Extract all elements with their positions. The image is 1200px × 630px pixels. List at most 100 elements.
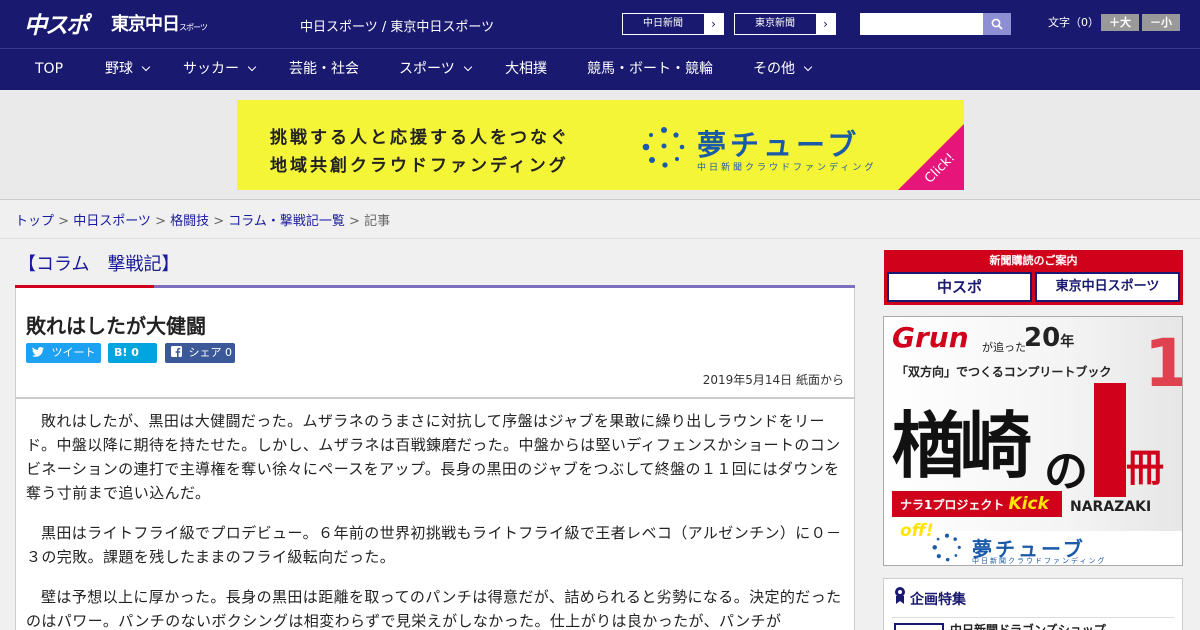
font-larger-button[interactable]: ＋大 — [1101, 14, 1139, 31]
divider — [0, 238, 1200, 239]
ad-name: 楢崎 — [892, 404, 1032, 488]
nav-label: TOP — [35, 61, 64, 77]
facebook-label: シェア 0 — [188, 346, 233, 359]
yume-tube-banner[interactable]: 挑戦する人と応援する人をつなぐ 地域共創クラウドファンディング 夢チューブ 中日… — [237, 100, 964, 190]
chunichi-shimbun-link[interactable]: 中日新聞 › — [622, 13, 724, 35]
subscribe-chuspo-button[interactable]: 中スポ — [887, 272, 1032, 302]
nav-item-baseball[interactable]: 野球 — [105, 49, 151, 90]
ext-link-label: 中日新聞 — [643, 18, 683, 29]
breadcrumb-sep: > — [54, 214, 74, 229]
breadcrumb-sep: > — [150, 214, 171, 229]
tokyo-shimbun-link[interactable]: 東京新聞 › — [734, 13, 836, 35]
nav-label: 競馬・ボート・競輪 — [587, 61, 713, 77]
ribbon-icon — [895, 587, 905, 604]
nav-item-racing[interactable]: 競馬・ボート・競輪 — [587, 49, 713, 90]
nav-label: スポーツ — [399, 61, 455, 77]
nav-label: 野球 — [105, 61, 133, 77]
ad-tagline: 「双方向」でつくるコンプリートブック — [896, 365, 1112, 379]
subscription-title: 新聞購読のご案内 — [989, 254, 1078, 267]
article-header: 敗れはしたが大健闘 ツイート B! 0 シェア 0 2019年5月14日 紙面か… — [15, 288, 855, 398]
ad-kickoff-prefix: ナラ1プロジェクト — [900, 498, 1005, 512]
chevron-right-icon: › — [816, 14, 835, 34]
breadcrumb-sep: > — [209, 214, 229, 229]
nav-item-top[interactable]: TOP — [35, 49, 63, 90]
ad-years: 20年 — [1024, 323, 1074, 353]
breadcrumb-martial-arts[interactable]: 格闘技 — [170, 214, 209, 229]
article-date: 2019年5月14日 紙面から — [702, 373, 844, 387]
ad-kickoff: ナラ1プロジェクト Kick off! — [892, 491, 1062, 541]
feature-box: 企画特集 中日新聞ドラゴンズショップ — [883, 578, 1183, 630]
ad-brand-sub: 中日新聞クラウドファンディング — [972, 557, 1107, 565]
chevron-down-icon — [803, 62, 813, 72]
breadcrumb-chunichi-sports[interactable]: 中日スポーツ — [73, 214, 151, 229]
nav-item-sports[interactable]: スポーツ — [399, 49, 472, 90]
nav-label: その他 — [753, 61, 795, 77]
tokyo-chunichi-logo[interactable]: 東京中日スポーツ — [111, 10, 208, 36]
ad-chasing: が追った — [982, 341, 1026, 354]
nav-item-other[interactable]: その他 — [753, 49, 813, 90]
search-input[interactable] — [860, 13, 983, 35]
dots-logo-icon — [642, 127, 685, 168]
ad-no: の — [1044, 446, 1088, 497]
nav-item-entertainment[interactable]: 芸能・社会 — [289, 49, 359, 90]
facebook-icon — [171, 346, 182, 357]
nav-label: 大相撲 — [505, 61, 547, 77]
article-body: 敗れはしたが、黒田は大健闘だった。ムザラネのうまさに対抗して序盤はジャブを果敢に… — [15, 398, 855, 630]
subscribe-tokyo-chunichi-button[interactable]: 東京中日スポーツ — [1035, 272, 1180, 302]
feature-thumbnail[interactable] — [894, 623, 944, 630]
font-size-label: 文字（0） — [1048, 16, 1099, 29]
ad-area: 挑戦する人と応援する人をつなぐ 地域共創クラウドファンディング 夢チューブ 中日… — [0, 90, 1200, 200]
tweet-button[interactable]: ツイート — [26, 343, 101, 363]
nav-label: サッカー — [183, 61, 239, 77]
hatena-button[interactable]: B! 0 — [108, 343, 157, 363]
banner-line-2: 地域共創クラウドファンディング — [270, 156, 569, 176]
banner-line-1: 挑戦する人と応援する人をつなぐ — [270, 128, 570, 148]
chevron-down-icon — [463, 62, 472, 72]
breadcrumb: トップ > 中日スポーツ > 格闘技 > コラム・撃戦記一覧 > 記事 — [15, 210, 390, 229]
divider — [892, 617, 1174, 618]
ad-grun: Grun — [892, 321, 969, 354]
breadcrumb-column-list[interactable]: コラム・撃戦記一覧 — [228, 214, 345, 229]
nav-label: 芸能・社会 — [289, 61, 359, 77]
breadcrumb-sep: > — [344, 214, 365, 229]
subscription-box: 新聞購読のご案内 中スポ 東京中日スポーツ — [884, 250, 1183, 305]
breadcrumb-top[interactable]: トップ — [15, 214, 54, 229]
article-paragraph: 壁は予想以上に厚かった。長身の黒田は距離を取ってのパンチは得意だが、詰められると… — [26, 588, 842, 630]
banner-brand: 夢チューブ — [697, 128, 861, 162]
feature-item-link[interactable]: 中日新聞ドラゴンズショップ — [950, 621, 1106, 630]
search-icon — [991, 18, 1003, 30]
ad-jersey-number: 1 — [1144, 325, 1182, 402]
chevron-down-icon — [141, 62, 151, 72]
breadcrumb-current: 記事 — [364, 214, 391, 229]
dots-logo-icon — [932, 533, 961, 562]
ad-years-unit: 年 — [1060, 334, 1075, 350]
facebook-share-button[interactable]: シェア 0 — [165, 343, 235, 363]
ad-satsu: 冊 — [1126, 446, 1165, 490]
main-nav: TOP 野球 サッカー 芸能・社会 スポーツ 大相撲 競馬・ボート・競輪 その他 — [0, 48, 1200, 90]
tweet-label: ツイート — [51, 346, 96, 359]
ext-link-label: 東京新聞 — [755, 18, 795, 29]
banner-brand-sub: 中日新聞クラウドファンディング — [697, 163, 877, 173]
nav-item-soccer[interactable]: サッカー — [183, 49, 257, 90]
article-title: 敗れはしたが大健闘 — [26, 314, 206, 338]
ad-player-name: NARAZAKI — [1070, 499, 1152, 515]
chevron-down-icon — [247, 62, 257, 72]
chevron-right-icon: › — [704, 14, 723, 34]
ad-red-one — [1094, 383, 1126, 497]
article-paragraph: 黒田はライトフライ級でプロデビュー。６年前の世界初挑戦もライトフライ級で王者レベ… — [26, 524, 842, 566]
font-smaller-button[interactable]: －小 — [1142, 14, 1180, 31]
search-button[interactable] — [983, 13, 1011, 35]
twitter-icon — [32, 347, 44, 357]
site-name: 中日スポーツ / 東京中日スポーツ — [300, 20, 495, 35]
ad-years-num: 20 — [1024, 323, 1061, 353]
tokyo-chunichi-logo-small: スポーツ — [179, 23, 208, 32]
column-title: 【コラム 撃戦記】 — [18, 254, 180, 275]
tokyo-chunichi-logo-text: 東京中日 — [111, 14, 180, 35]
nav-item-sumo[interactable]: 大相撲 — [505, 49, 547, 90]
narazaki-book-ad[interactable]: 1 Grun が追った 20年 「双方向」でつくるコンプリートブック 楢崎 の … — [883, 316, 1183, 566]
site-header: 中スポ 東京中日スポーツ 中日スポーツ / 東京中日スポーツ 中日新聞 › 東京… — [0, 0, 1200, 48]
feature-title: 企画特集 — [910, 592, 966, 608]
hatena-label: B! 0 — [114, 346, 139, 359]
article-paragraph: 敗れはしたが、黒田は大健闘だった。ムザラネのうまさに対抗して序盤はジャブを果敢に… — [26, 412, 841, 502]
chunichi-sports-logo[interactable]: 中スポ — [24, 6, 89, 40]
